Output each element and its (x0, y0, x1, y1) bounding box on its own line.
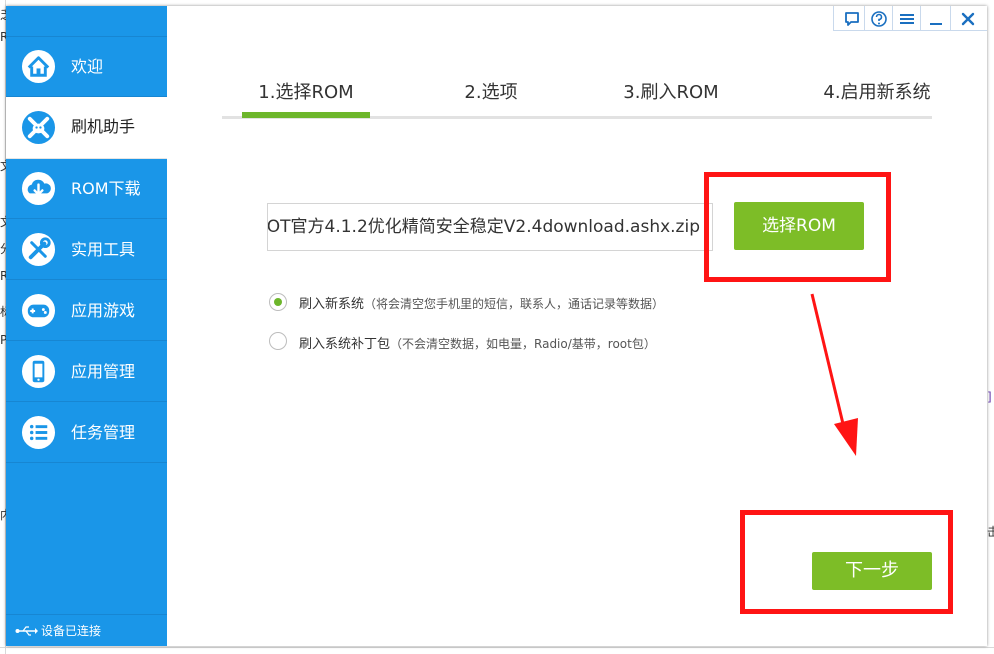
titlebar-separator (950, 6, 951, 30)
tools-icon (21, 232, 56, 267)
rom-file-field[interactable]: 鎏ROOT官方4.1.2优化精简安全稳定V2.4download.ashx.zi… (267, 203, 713, 251)
radio-flash-patch[interactable] (269, 332, 287, 350)
sidebar-item-flash-assistant[interactable]: 刷机助手 (6, 97, 167, 159)
sidebar-item-label: 任务管理 (71, 423, 136, 442)
sidebar-item-label: 应用管理 (71, 362, 136, 381)
sidebar-item-label: ROM下载 (71, 179, 141, 198)
sidebar-item-task-manager[interactable]: 任务管理 (6, 403, 167, 463)
task-list-icon (21, 415, 56, 450)
annotation-box-next (740, 510, 953, 614)
option-label: 刷入新系统 (299, 297, 365, 312)
step-options: 2.选项 (464, 82, 518, 103)
sidebar-item-label: 刷机助手 (71, 117, 136, 136)
flash-tool-icon (21, 110, 56, 145)
help-icon[interactable] (869, 9, 889, 29)
option-note: （将会清空您手机里的短信，联系人，通话记录等数据） (364, 297, 665, 311)
sidebar: 欢迎 刷机助手 ROM下载 实用工具 应用游戏 应用管理 任务管理 设备已连接 (6, 6, 167, 646)
phone-icon (21, 354, 56, 389)
step-progress-indicator (242, 112, 370, 118)
sidebar-item-welcome[interactable]: 欢迎 (6, 37, 167, 97)
option-flash-new-system[interactable]: 刷入新系统（将会清空您手机里的短信，联系人，通话记录等数据） (299, 293, 664, 312)
step-flash-rom: 3.刷入ROM (623, 82, 719, 103)
feedback-icon[interactable] (842, 9, 862, 29)
connection-status: 设备已连接 (6, 614, 167, 646)
gamepad-icon (21, 293, 56, 328)
usb-icon (15, 626, 38, 636)
option-label: 刷入系统补丁包 (299, 337, 391, 352)
background-divider (0, 647, 994, 648)
sidebar-item-label: 应用游戏 (71, 301, 136, 320)
close-icon[interactable] (958, 9, 978, 29)
step-select-rom: 1.选择ROM (258, 82, 354, 103)
titlebar-separator (833, 6, 834, 30)
home-icon (21, 49, 56, 84)
annotation-box-select-rom (704, 172, 891, 282)
step-enable-system: 4.启用新系统 (823, 82, 931, 103)
background-fragment: 击 (987, 525, 994, 539)
sidebar-item-label: 欢迎 (71, 57, 104, 76)
option-note: （不会清空数据，如电量，Radio/基带，root包） (390, 337, 656, 351)
menu-icon[interactable] (897, 9, 917, 29)
screen: 乏 R 文 文 分 R 标 P 内 ] 击 欢迎 (0, 0, 994, 654)
radio-flash-new-system[interactable] (269, 293, 287, 311)
sidebar-item-rom-download[interactable]: ROM下载 (6, 159, 167, 219)
connection-status-text: 设备已连接 (41, 624, 102, 638)
sidebar-item-tools[interactable]: 实用工具 (6, 220, 167, 280)
sidebar-top (6, 6, 167, 37)
sidebar-item-app-manager[interactable]: 应用管理 (6, 342, 167, 402)
titlebar-separator (864, 6, 865, 30)
background-fragment: ] (987, 390, 992, 404)
titlebar-separator (920, 6, 921, 30)
titlebar-separator (892, 6, 893, 30)
titlebar-divider (833, 30, 987, 31)
sidebar-item-label: 实用工具 (71, 240, 136, 259)
rom-file-path: 鎏ROOT官方4.1.2优化精简安全稳定V2.4download.ashx.zi… (267, 217, 700, 237)
annotation-arrow (810, 293, 858, 456)
sidebar-item-apps-games[interactable]: 应用游戏 (6, 281, 167, 341)
option-flash-patch[interactable]: 刷入系统补丁包（不会清空数据，如电量，Radio/基带，root包） (299, 333, 656, 352)
cloud-download-icon (21, 171, 56, 206)
minimize-icon[interactable] (926, 9, 946, 29)
